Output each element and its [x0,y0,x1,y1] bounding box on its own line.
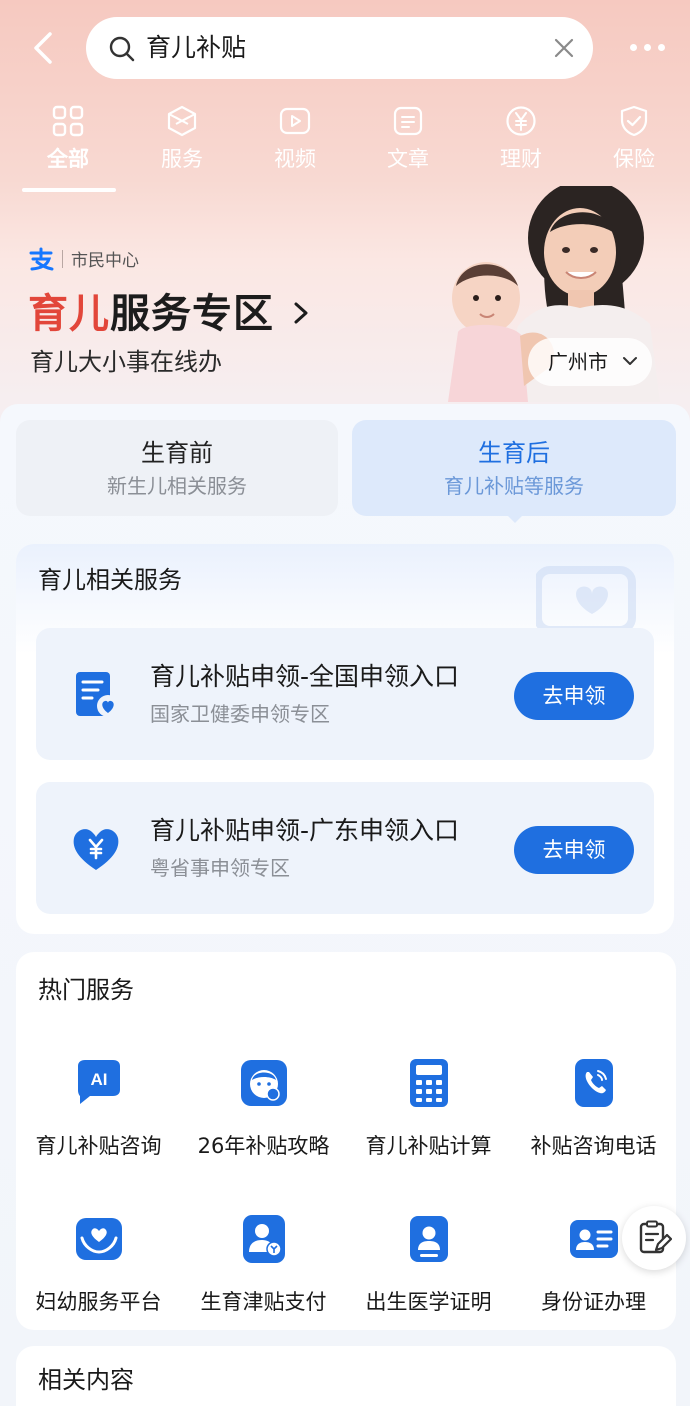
tab-label: 全部 [47,147,89,171]
hero-subtitle: 育儿大小事在线办 [30,348,222,376]
clear-search-button[interactable] [551,35,577,61]
stage-subtitle: 新生儿相关服务 [107,474,247,498]
floating-feedback-button[interactable] [622,1206,686,1270]
ai-chat-icon: AI [77,1060,120,1104]
more-dot-icon [630,44,637,51]
tab-label: 服务 [161,147,203,171]
service-title: 育儿补贴申领-广东申领入口 [150,816,460,845]
alipay-logo-icon [29,247,54,270]
search-bar[interactable]: 育儿补贴 [86,17,593,79]
category-tabs: 全部 服务 视频 文章 理财 保险 [0,100,690,192]
divider [62,249,63,268]
document-icon [393,106,423,136]
related-content-card: 相关内容 [16,1346,676,1406]
back-button[interactable] [24,26,64,70]
hot-item-subsidy-guide[interactable]: 26年补贴攻略 [181,1056,346,1160]
tab-insurance[interactable]: 保险 [584,100,684,172]
section-title: 相关内容 [38,1366,134,1394]
active-stage-pointer [506,514,524,523]
person-money-icon [242,1215,285,1263]
more-menu-button[interactable] [628,36,668,60]
chevron-down-icon [623,357,637,365]
form-heart-icon [76,672,119,717]
apply-button[interactable]: 去申领 [514,672,634,720]
search-input[interactable]: 育儿补贴 [146,31,246,65]
tab-video[interactable]: 视频 [245,100,345,172]
stage-subtitle: 育儿补贴等服务 [444,474,584,498]
decorative-badge-icon [536,566,636,634]
hot-item-subsidy-calc[interactable]: 育儿补贴计算 [346,1056,511,1160]
yen-icon [506,106,536,136]
grid-icon [52,105,84,137]
more-dot-icon [658,44,665,51]
chevron-left-icon [34,32,52,64]
apply-button[interactable]: 去申领 [514,826,634,874]
svg-text:AI: AI [90,1070,107,1089]
brand-row: 市民中心 [28,246,139,271]
hot-item-label: 26年补贴攻略 [197,1134,330,1158]
calculator-icon [409,1059,448,1107]
hot-item-label: 补贴咨询电话 [530,1134,657,1158]
tab-after-birth[interactable]: 生育后 育儿补贴等服务 [352,420,676,516]
city-label: 广州市 [548,350,608,374]
hero-title-highlight: 育儿 [28,291,110,337]
section-title: 热门服务 [38,976,134,1004]
close-icon [554,38,574,58]
search-icon [109,36,135,62]
hot-item-subsidy-consult[interactable]: AI 育儿补贴咨询 [16,1056,181,1160]
hero-title: 育儿服务专区 [28,288,274,340]
stage-title: 生育前 [141,439,213,467]
citizen-center-label: 市民中心 [71,251,139,271]
hot-item-label: 生育津贴支付 [200,1290,327,1314]
childcare-hero-banner[interactable]: 市民中心 育儿服务专区 育儿大小事在线办 广州市 [0,186,690,406]
phone-icon [574,1059,613,1107]
hands-heart-icon [75,1218,122,1260]
hot-item-label: 育儿补贴咨询 [35,1134,162,1158]
service-title: 育儿补贴申领-全国申领入口 [150,662,460,691]
shield-check-icon [620,105,648,137]
id-card-icon [569,1220,618,1258]
cube-icon [167,105,197,137]
chevron-right-icon[interactable] [290,298,312,328]
tab-label: 视频 [274,147,316,171]
hot-item-birth-certificate[interactable]: 出生医学证明 [346,1212,511,1316]
tab-label: 理财 [500,147,542,171]
stage-title: 生育后 [478,439,550,467]
hero-title-rest: 服务专区 [110,291,274,337]
tab-before-birth[interactable]: 生育前 新生儿相关服务 [16,420,338,516]
city-selector[interactable]: 广州市 [528,338,652,386]
hot-item-label: 妇幼服务平台 [35,1290,162,1314]
related-services-card: 育儿相关服务 育儿补贴申领-全国申领入口 国家卫健委申领专区 去申领 育儿补贴申… [16,544,674,934]
heart-yen-icon [73,829,119,870]
tab-finance[interactable]: 理财 [471,100,571,172]
hot-item-label: 身份证办理 [541,1290,646,1314]
service-item-guangdong[interactable]: 育儿补贴申领-广东申领入口 粤省事申领专区 去申领 [36,782,654,914]
service-item-national[interactable]: 育儿补贴申领-全国申领入口 国家卫健委申领专区 去申领 [36,628,654,760]
service-subtitle: 粤省事申领专区 [150,856,290,880]
hot-item-label: 育儿补贴计算 [365,1134,492,1158]
tab-label: 文章 [387,147,429,171]
hot-services-card: 热门服务 AI 育儿补贴咨询 26年补贴攻略 育儿补贴计算 补贴咨询电话 妇幼服… [16,952,676,1330]
top-bar: 育儿补贴 [0,0,690,96]
tab-articles[interactable]: 文章 [358,100,458,172]
certificate-person-icon [409,1216,448,1262]
more-dot-icon [644,44,651,51]
section-title: 育儿相关服务 [38,566,182,594]
tab-services[interactable]: 服务 [132,100,232,172]
hot-item-label: 出生医学证明 [365,1290,492,1314]
service-subtitle: 国家卫健委申领专区 [150,702,330,726]
play-icon [279,107,311,135]
hot-item-maternity-allowance[interactable]: 生育津贴支付 [181,1212,346,1316]
edit-note-icon [639,1220,672,1254]
tab-label: 保险 [613,147,655,171]
hot-item-hotline[interactable]: 补贴咨询电话 [511,1056,676,1160]
hot-item-maternal-platform[interactable]: 妇幼服务平台 [16,1212,181,1316]
tab-all[interactable]: 全部 [18,100,118,172]
baby-face-icon [240,1060,287,1106]
